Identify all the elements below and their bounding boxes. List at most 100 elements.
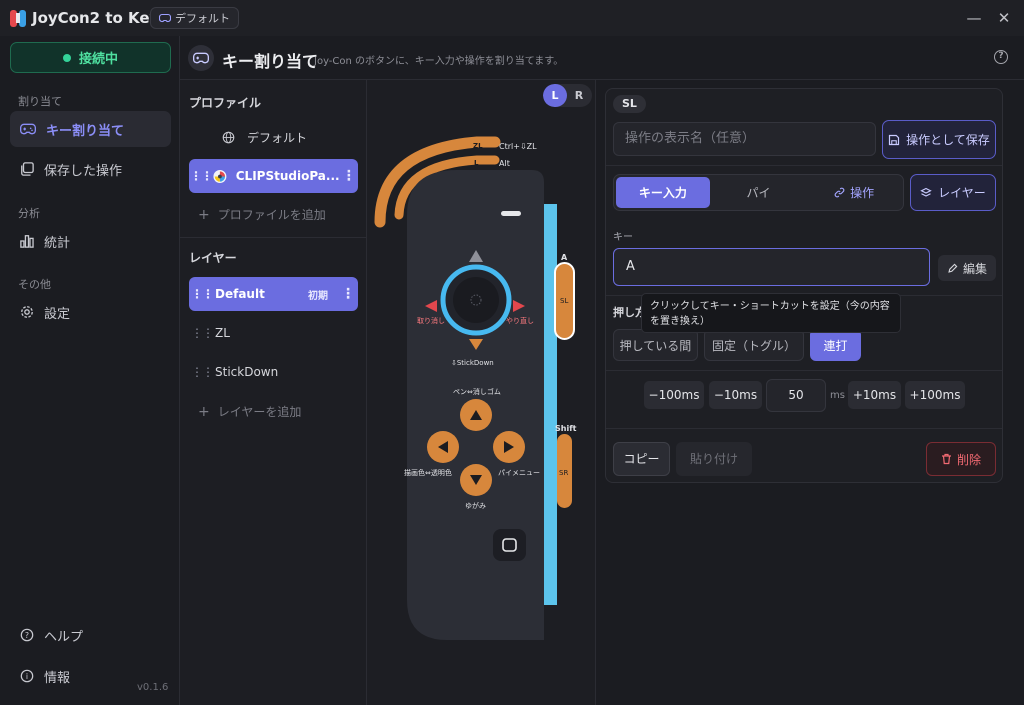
nav-item-label: ヘルプ (44, 629, 84, 645)
gamepad-icon (159, 13, 171, 23)
layer-item-zl[interactable]: ⋮⋮ ZL (189, 316, 358, 350)
add-layer-button[interactable]: + レイヤーを追加 (198, 403, 301, 420)
assign-type-tabs: キー入力 パイ 操作 (613, 174, 904, 211)
layer-item-default[interactable]: ⋮⋮ Default 初期 ⋮ (189, 277, 358, 311)
copy-button[interactable]: コピー (613, 442, 670, 476)
profile-item-default[interactable]: ⋮⋮ デフォルト (189, 120, 358, 154)
l-action-label: Alt (499, 159, 510, 168)
app-version: v0.1.6 (137, 682, 169, 693)
nav-item-statistics[interactable]: 統計 (10, 223, 171, 259)
profile-item-clipstudio[interactable]: ⋮⋮ CLIPStudioPa... ⋮ (189, 159, 358, 193)
nav-item-label: キー割り当て (46, 123, 125, 139)
save-as-operation-label: 操作として保存 (906, 133, 990, 147)
stick-right-label: やり直し (506, 316, 534, 325)
nav-item-settings[interactable]: 設定 (10, 294, 171, 330)
nav-item-help[interactable]: ? ヘルプ (10, 617, 171, 653)
save-icon (889, 134, 900, 145)
layer-item-stickdown[interactable]: ⋮⋮ StickDown (189, 355, 358, 389)
l-label: L (474, 159, 479, 167)
joycon-rail (544, 204, 557, 605)
profiles-heading: プロファイル (189, 96, 262, 110)
paste-button[interactable]: 貼り付け (676, 442, 752, 476)
up-button-label: ペン⇔消しゴム (453, 387, 501, 396)
info-circle-icon: i (20, 669, 34, 683)
help-icon[interactable]: ? (994, 50, 1008, 64)
connection-status-label: 接続中 (78, 52, 118, 67)
add-profile-label: プロファイルを追加 (217, 208, 326, 222)
nav-item-key-assign[interactable]: キー割り当て (10, 111, 171, 147)
drag-handle-icon[interactable]: ⋮⋮ (189, 326, 215, 340)
joycon-diagram: ZL L Ctrl+⇩ZL Alt A SL Shift SR 取り消し やり直… (374, 136, 577, 640)
mode-turbo-button[interactable]: 連打 (810, 329, 861, 361)
zl-label: ZL (473, 142, 483, 150)
edit-key-button[interactable]: 編集 (938, 255, 996, 281)
increase-10ms-button[interactable]: +10ms (848, 381, 901, 409)
key-shortcut-input[interactable]: A (613, 248, 930, 286)
more-options-icon[interactable]: ⋮ (340, 168, 358, 184)
more-options-icon[interactable]: ⋮ (338, 286, 358, 302)
analog-stick-cap (453, 277, 499, 323)
drag-handle-icon[interactable]: ⋮⋮ (189, 287, 215, 301)
delete-label: 削除 (956, 452, 981, 467)
layer-item-label: StickDown (215, 365, 279, 379)
delete-button[interactable]: 削除 (926, 442, 996, 476)
connection-status-button[interactable]: 接続中 (10, 42, 171, 73)
close-button[interactable]: ✕ (992, 7, 1016, 29)
add-layer-label: レイヤーを追加 (217, 405, 302, 419)
initial-layer-badge: 初期 (308, 290, 328, 302)
rail-top-label: A (561, 253, 568, 262)
drag-handle-icon[interactable]: ⋮⋮ (189, 169, 213, 183)
decrease-100ms-button[interactable]: −100ms (644, 381, 704, 409)
divider (180, 237, 367, 238)
sr-action-label: Shift (555, 424, 577, 433)
increase-100ms-button[interactable]: +100ms (905, 381, 965, 409)
sr-label: SR (559, 469, 568, 477)
down-button-label: ゆがみ (465, 501, 486, 510)
layer-button[interactable]: レイヤー (910, 174, 996, 211)
capture-button[interactable] (493, 529, 526, 561)
nav-section-other: その他 (18, 278, 51, 291)
divider (606, 428, 1002, 429)
mode-toggle-button[interactable]: 固定（トグル） (704, 329, 804, 361)
save-as-operation-button[interactable]: 操作として保存 (882, 120, 996, 159)
selected-button-badge: SL (613, 95, 646, 113)
key-input-tooltip: クリックしてキー・ショートカットを設定（今の内容を置き換え） (641, 293, 901, 333)
tab-key-input[interactable]: キー入力 (616, 177, 710, 208)
nav-section-assign: 割り当て (18, 95, 62, 108)
app-logo-icon (10, 10, 26, 27)
tab-pie[interactable]: パイ (712, 177, 806, 208)
nav-item-label: 統計 (44, 235, 71, 251)
turbo-interval-input[interactable]: 50 (766, 379, 826, 412)
zl-action-label: Ctrl+⇩ZL (499, 142, 537, 151)
link-icon (834, 187, 845, 198)
add-profile-button[interactable]: + プロファイルを追加 (198, 206, 326, 223)
active-profile-chip: デフォルト (150, 7, 239, 29)
interval-unit-label: ms (830, 390, 845, 401)
gamepad-icon (188, 45, 214, 71)
sl-label: SL (560, 297, 568, 305)
app-title: JoyCon2 to Key (32, 9, 160, 27)
stick-left-label: 取り消し (417, 316, 445, 325)
nav-item-saved-operations[interactable]: 保存した操作 (10, 151, 171, 187)
mode-hold-button[interactable]: 押している間 (613, 329, 698, 361)
profile-item-label: CLIPStudioPa... (235, 169, 340, 183)
minus-button[interactable] (501, 211, 521, 216)
active-profile-label: デフォルト (175, 12, 230, 25)
tab-label: 操作 (850, 186, 875, 200)
layer-item-label: Default (215, 287, 265, 301)
nav-section-analysis: 分析 (18, 207, 40, 220)
decrease-10ms-button[interactable]: −10ms (709, 381, 762, 409)
display-name-input[interactable]: 操作の表示名（任意） (613, 122, 876, 156)
nav-item-label: 情報 (44, 670, 71, 686)
globe-icon (222, 131, 235, 143)
tab-operation[interactable]: 操作 (807, 177, 901, 208)
drag-handle-icon[interactable]: ⋮⋮ (189, 365, 215, 379)
help-circle-icon: ? (20, 628, 34, 642)
tab-label: キー入力 (638, 186, 687, 200)
minimize-button[interactable]: — (962, 7, 986, 29)
page-title: キー割り当て (222, 52, 319, 71)
divider (606, 165, 1002, 166)
page-subtitle: Joy-Con のボタンに、キー入力や操作を割り当てます。 (314, 56, 564, 67)
key-field-label: キー (613, 232, 633, 243)
nav-item-label: 設定 (44, 306, 71, 322)
